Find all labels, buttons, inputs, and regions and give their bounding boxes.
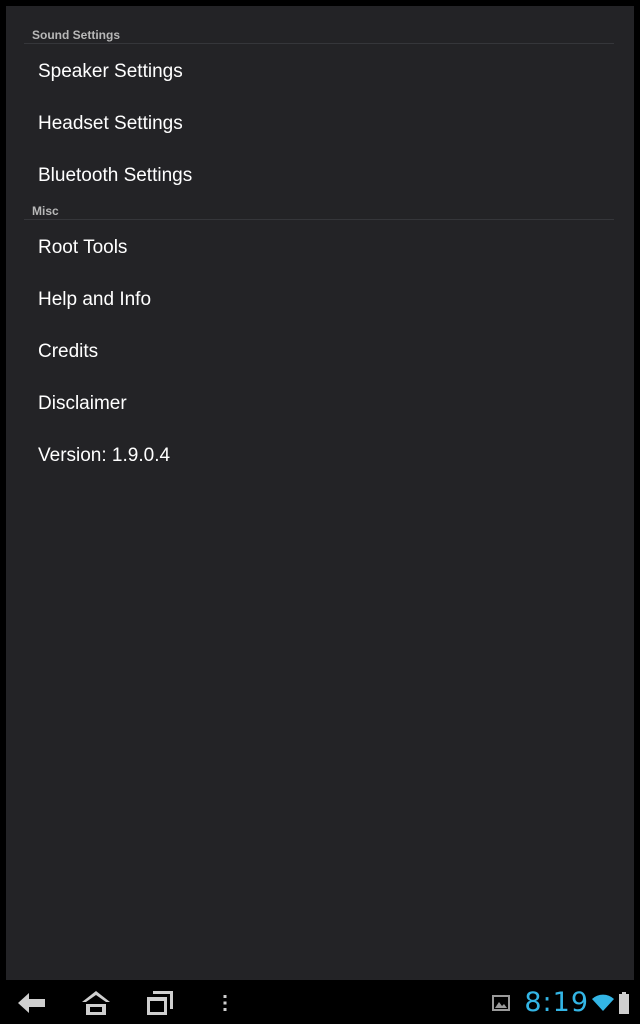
menu-overflow-icon	[223, 995, 227, 1011]
recent-apps-icon	[147, 991, 173, 1015]
pref-credits[interactable]: Credits	[24, 326, 614, 378]
recent-apps-button[interactable]	[142, 986, 178, 1020]
pref-help-and-info[interactable]: Help and Info	[24, 274, 614, 326]
section-header-misc: Misc	[24, 202, 614, 220]
back-button[interactable]	[14, 986, 50, 1020]
status-area[interactable]: 8:19	[492, 982, 630, 1024]
pref-disclaimer[interactable]: Disclaimer	[24, 378, 614, 430]
back-icon	[18, 993, 45, 1013]
gallery-notification-icon[interactable]	[492, 995, 511, 1011]
home-icon	[82, 991, 110, 1015]
menu-overflow-button[interactable]	[214, 986, 236, 1020]
pref-headset-settings[interactable]: Headset Settings	[24, 98, 614, 150]
pref-bluetooth-settings[interactable]: Bluetooth Settings	[24, 150, 614, 202]
system-navigation-bar: 8:19	[0, 982, 640, 1024]
clock: 8:19	[524, 987, 589, 1018]
home-button[interactable]	[78, 986, 114, 1020]
wifi-icon	[592, 994, 614, 1011]
pref-root-tools[interactable]: Root Tools	[24, 222, 614, 274]
section-header-sound: Sound Settings	[24, 26, 614, 44]
preferences-list: Sound Settings Speaker Settings Headset …	[6, 6, 634, 980]
android-screen: Sound Settings Speaker Settings Headset …	[0, 0, 640, 1024]
pref-version[interactable]: Version: 1.9.0.4	[24, 430, 614, 482]
pref-speaker-settings[interactable]: Speaker Settings	[24, 46, 614, 98]
battery-icon	[619, 992, 629, 1014]
